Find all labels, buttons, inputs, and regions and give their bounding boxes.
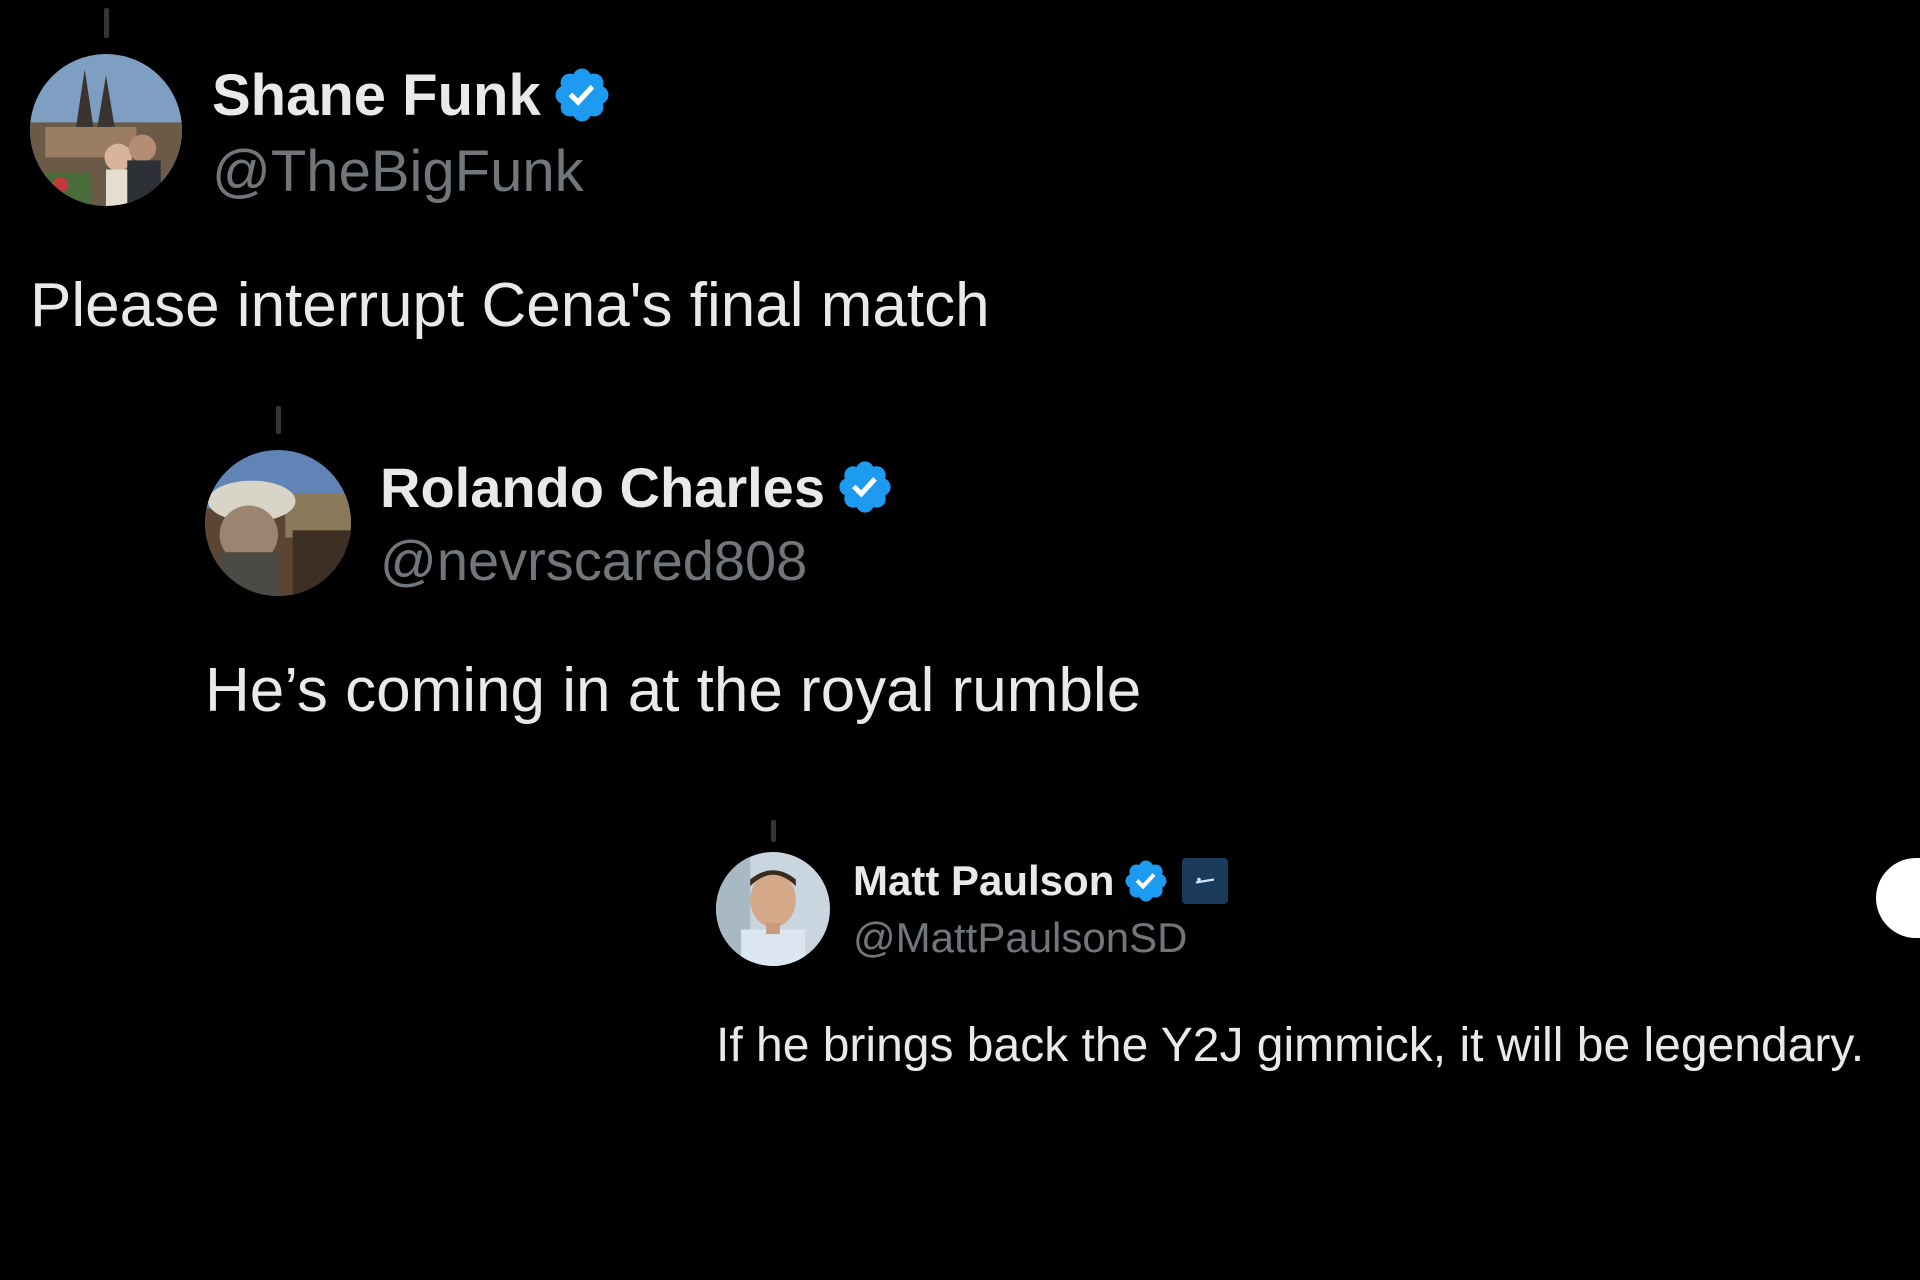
affiliate-org-badge-icon[interactable] xyxy=(1182,858,1229,904)
tweet[interactable]: Matt Paulson @MattPaulsonSD If he brings… xyxy=(0,0,1920,1280)
tweet-text: If he brings back the Y2J gimmick, it wi… xyxy=(716,1019,1865,1072)
user-handle[interactable]: @MattPaulsonSD xyxy=(853,914,1187,962)
author-row: Matt Paulson xyxy=(853,856,1229,906)
verified-badge-icon xyxy=(1122,857,1170,905)
avatar[interactable] xyxy=(716,852,830,966)
display-name[interactable]: Matt Paulson xyxy=(853,857,1114,905)
tweet-thread-screenshot: Shane Funk @TheBigFunk Please interrupt … xyxy=(0,0,1920,1280)
